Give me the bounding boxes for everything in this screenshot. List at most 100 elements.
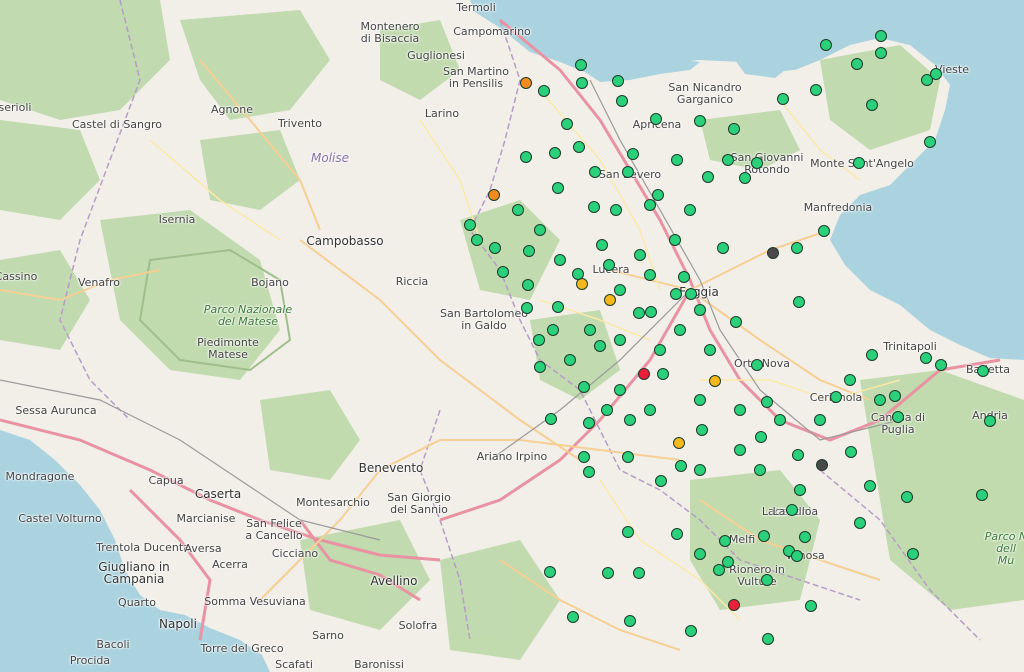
- station-marker-green[interactable]: [814, 414, 826, 426]
- station-marker-green[interactable]: [751, 359, 763, 371]
- station-marker-green[interactable]: [534, 361, 546, 373]
- station-marker-green[interactable]: [739, 172, 751, 184]
- station-marker-green[interactable]: [645, 306, 657, 318]
- station-marker-green[interactable]: [602, 567, 614, 579]
- station-marker-green[interactable]: [694, 548, 706, 560]
- station-marker-green[interactable]: [717, 242, 729, 254]
- station-marker-green[interactable]: [799, 531, 811, 543]
- station-marker-green[interactable]: [601, 404, 613, 416]
- station-marker-green[interactable]: [730, 316, 742, 328]
- station-marker-green[interactable]: [596, 239, 608, 251]
- station-marker-green[interactable]: [761, 396, 773, 408]
- station-marker-green[interactable]: [793, 296, 805, 308]
- station-marker-green[interactable]: [924, 136, 936, 148]
- station-marker-green[interactable]: [977, 365, 989, 377]
- station-marker-green[interactable]: [627, 148, 639, 160]
- station-marker-green[interactable]: [464, 219, 476, 231]
- station-marker-green[interactable]: [758, 530, 770, 542]
- station-marker-red[interactable]: [728, 599, 740, 611]
- station-marker-green[interactable]: [674, 324, 686, 336]
- station-marker-green[interactable]: [650, 113, 662, 125]
- station-marker-yellow[interactable]: [673, 437, 685, 449]
- station-marker-green[interactable]: [552, 182, 564, 194]
- station-marker-green[interactable]: [984, 415, 996, 427]
- station-marker-green[interactable]: [704, 344, 716, 356]
- station-marker-green[interactable]: [655, 475, 667, 487]
- station-marker-green[interactable]: [522, 279, 534, 291]
- station-marker-green[interactable]: [774, 414, 786, 426]
- station-marker-green[interactable]: [935, 359, 947, 371]
- station-marker-orange[interactable]: [488, 189, 500, 201]
- station-marker-green[interactable]: [614, 334, 626, 346]
- station-marker-green[interactable]: [578, 381, 590, 393]
- station-marker-green[interactable]: [792, 449, 804, 461]
- station-marker-gray[interactable]: [816, 459, 828, 471]
- station-marker-gray[interactable]: [767, 247, 779, 259]
- station-marker-green[interactable]: [544, 566, 556, 578]
- station-marker-green[interactable]: [594, 340, 606, 352]
- station-marker-green[interactable]: [669, 234, 681, 246]
- station-marker-green[interactable]: [755, 431, 767, 443]
- station-marker-green[interactable]: [694, 304, 706, 316]
- station-marker-green[interactable]: [713, 564, 725, 576]
- station-marker-green[interactable]: [791, 550, 803, 562]
- station-marker-green[interactable]: [751, 157, 763, 169]
- station-marker-green[interactable]: [702, 171, 714, 183]
- station-marker-green[interactable]: [762, 633, 774, 645]
- station-marker-green[interactable]: [552, 301, 564, 313]
- station-marker-green[interactable]: [854, 517, 866, 529]
- station-marker-green[interactable]: [549, 147, 561, 159]
- station-marker-green[interactable]: [624, 414, 636, 426]
- station-marker-green[interactable]: [644, 199, 656, 211]
- station-marker-green[interactable]: [853, 157, 865, 169]
- station-marker-green[interactable]: [584, 324, 596, 336]
- station-marker-green[interactable]: [875, 47, 887, 59]
- station-marker-green[interactable]: [818, 225, 830, 237]
- station-marker-green[interactable]: [976, 489, 988, 501]
- station-marker-green[interactable]: [671, 528, 683, 540]
- station-marker-green[interactable]: [561, 118, 573, 130]
- station-marker-green[interactable]: [471, 234, 483, 246]
- station-marker-green[interactable]: [547, 324, 559, 336]
- station-marker-green[interactable]: [573, 141, 585, 153]
- station-marker-green[interactable]: [633, 567, 645, 579]
- station-marker-green[interactable]: [734, 444, 746, 456]
- station-marker-green[interactable]: [684, 204, 696, 216]
- station-marker-green[interactable]: [652, 189, 664, 201]
- station-marker-green[interactable]: [786, 504, 798, 516]
- station-marker-green[interactable]: [685, 288, 697, 300]
- station-marker-green[interactable]: [722, 154, 734, 166]
- station-marker-green[interactable]: [728, 123, 740, 135]
- station-marker-green[interactable]: [830, 391, 842, 403]
- station-marker-green[interactable]: [864, 480, 876, 492]
- station-marker-green[interactable]: [875, 30, 887, 42]
- station-marker-green[interactable]: [777, 93, 789, 105]
- station-marker-green[interactable]: [675, 460, 687, 472]
- station-marker-green[interactable]: [794, 484, 806, 496]
- station-marker-green[interactable]: [572, 268, 584, 280]
- station-marker-green[interactable]: [622, 451, 634, 463]
- station-marker-green[interactable]: [920, 352, 932, 364]
- map-view[interactable]: Termoli Campomarino Montenero di Bisaccia G…: [0, 0, 1024, 672]
- station-marker-green[interactable]: [521, 302, 533, 314]
- station-marker-green[interactable]: [610, 204, 622, 216]
- station-marker-yellow[interactable]: [709, 375, 721, 387]
- station-marker-green[interactable]: [588, 201, 600, 213]
- station-marker-green[interactable]: [512, 204, 524, 216]
- station-marker-green[interactable]: [523, 245, 535, 257]
- station-marker-green[interactable]: [671, 154, 683, 166]
- station-marker-green[interactable]: [520, 151, 532, 163]
- station-marker-green[interactable]: [901, 491, 913, 503]
- station-marker-green[interactable]: [589, 166, 601, 178]
- station-marker-green[interactable]: [567, 611, 579, 623]
- station-marker-green[interactable]: [583, 417, 595, 429]
- station-marker-green[interactable]: [545, 413, 557, 425]
- station-marker-green[interactable]: [892, 411, 904, 423]
- station-marker-green[interactable]: [694, 464, 706, 476]
- station-marker-green[interactable]: [583, 466, 595, 478]
- station-marker-green[interactable]: [851, 58, 863, 70]
- station-marker-green[interactable]: [696, 424, 708, 436]
- station-marker-green[interactable]: [805, 600, 817, 612]
- station-marker-green[interactable]: [616, 95, 628, 107]
- station-marker-green[interactable]: [622, 526, 634, 538]
